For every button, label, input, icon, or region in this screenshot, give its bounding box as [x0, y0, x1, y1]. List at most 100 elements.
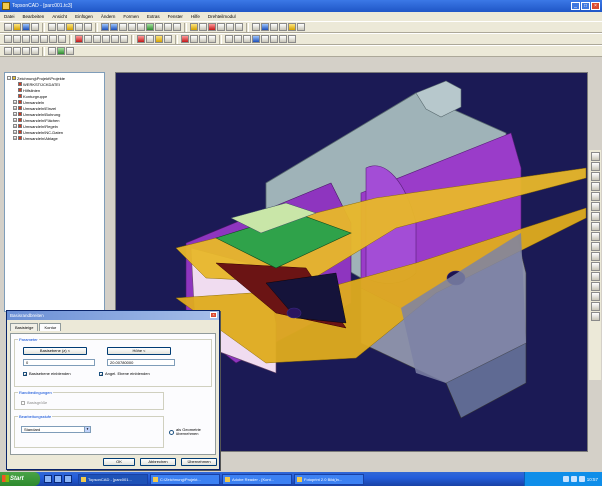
properties-icon[interactable] — [199, 23, 207, 31]
fillet-icon[interactable] — [111, 35, 119, 43]
save-icon[interactable] — [22, 23, 30, 31]
toolpath-icon[interactable] — [4, 47, 12, 55]
ok-button[interactable]: OK — [103, 458, 135, 466]
dialog-close-button[interactable]: × — [210, 312, 217, 318]
expand-icon[interactable]: + — [13, 112, 17, 116]
pan-icon[interactable] — [128, 23, 136, 31]
menu-bearbeiten[interactable]: Bearbeiten — [23, 14, 45, 19]
menu-datei[interactable]: Datei — [4, 14, 15, 19]
snap-intersection-icon[interactable] — [590, 182, 600, 191]
basis-plane-field[interactable]: 0 — [23, 359, 95, 366]
snap-quadrant-icon[interactable] — [590, 222, 600, 231]
snap-perpendicular-icon[interactable] — [590, 192, 600, 201]
mail-icon[interactable] — [64, 475, 72, 483]
intersect-icon[interactable] — [208, 35, 216, 43]
rotate-icon[interactable] — [146, 23, 154, 31]
arc-icon[interactable] — [40, 35, 48, 43]
spline-icon[interactable] — [58, 35, 66, 43]
basis-plane-button[interactable]: Basisebene (z) < — [23, 347, 87, 355]
snap-node-icon[interactable] — [590, 242, 600, 251]
collapse-icon[interactable]: - — [7, 76, 11, 80]
taskbar-button[interactable]: Fotoprint 2.0 Bild(In... — [294, 473, 364, 485]
view-top-icon[interactable] — [155, 23, 163, 31]
taskbar-button[interactable]: TopsonCAD - [parc001... — [78, 473, 148, 485]
project-tree[interactable]: - Zeichnung\Projekt\Projekte WERKSTÜCKDATE… — [4, 72, 105, 312]
hole-icon[interactable] — [225, 35, 233, 43]
minimize-button[interactable]: _ — [571, 2, 580, 10]
boolean-icon[interactable] — [181, 35, 189, 43]
text-icon[interactable] — [279, 35, 287, 43]
expand-icon[interactable]: + — [13, 106, 17, 110]
snap-grid-icon[interactable] — [590, 232, 600, 241]
zoom-in-icon[interactable] — [101, 23, 109, 31]
menu-drehteilmodul[interactable]: Drehteilmodul — [208, 14, 236, 19]
browser-icon[interactable] — [54, 475, 62, 483]
line-icon[interactable] — [13, 35, 21, 43]
mirror-icon[interactable] — [102, 35, 110, 43]
material-icon[interactable] — [297, 23, 305, 31]
turning-icon[interactable] — [31, 47, 39, 55]
extrude-icon[interactable] — [137, 35, 145, 43]
snap-icon[interactable] — [235, 23, 243, 31]
height-field[interactable]: 20.00780000 — [107, 359, 175, 366]
clock[interactable]: 10:57 — [587, 477, 598, 482]
drilling-icon[interactable] — [22, 47, 30, 55]
tab-kontur[interactable]: Kontur — [39, 323, 62, 331]
volume-icon[interactable] — [562, 476, 569, 482]
new-icon[interactable] — [4, 23, 12, 31]
basis-size-option[interactable]: Basisgröße — [21, 400, 47, 405]
view-front-icon[interactable] — [164, 23, 172, 31]
basis-plane-checkbox[interactable]: ✓ Basisebene einblenden — [23, 371, 71, 376]
apply-button[interactable]: Übernehmen — [181, 458, 217, 466]
surface-icon[interactable] — [252, 35, 260, 43]
dialog-title-bar[interactable]: Basisrandbreiten × — [7, 311, 219, 320]
open-icon[interactable] — [13, 23, 21, 31]
zoom-window-icon[interactable] — [119, 23, 127, 31]
zoom-out-icon[interactable] — [110, 23, 118, 31]
tab-basisteige[interactable]: Basisteige — [10, 323, 39, 331]
select-icon[interactable] — [4, 35, 12, 43]
layer-icon[interactable] — [190, 23, 198, 31]
wireframe-icon[interactable] — [261, 23, 269, 31]
snap-ortho-icon[interactable] — [590, 272, 600, 281]
delete-icon[interactable] — [208, 23, 216, 31]
pocket-icon[interactable] — [234, 35, 242, 43]
dimension-icon[interactable] — [270, 35, 278, 43]
take-geometry-radio[interactable]: als Geometrie übernehmen — [169, 428, 214, 436]
snap-more-icon[interactable] — [590, 312, 600, 321]
redo-icon[interactable] — [84, 23, 92, 31]
snap-relative-icon[interactable] — [590, 282, 600, 291]
close-button[interactable]: × — [591, 2, 600, 10]
expand-icon[interactable]: + — [13, 136, 17, 140]
menu-hilfe[interactable]: Hilfe — [191, 14, 200, 19]
hidden-line-icon[interactable] — [270, 23, 278, 31]
expand-icon[interactable]: + — [13, 124, 17, 128]
hatch-icon[interactable] — [288, 35, 296, 43]
start-button[interactable]: Start — [0, 472, 40, 486]
postprocessor-icon[interactable] — [66, 47, 74, 55]
show-desktop-icon[interactable] — [44, 475, 52, 483]
polyline-icon[interactable] — [22, 35, 30, 43]
machining-stage-select[interactable]: Standard ▼ — [21, 426, 91, 433]
grid-icon[interactable] — [226, 23, 234, 31]
snap-absolute-icon[interactable] — [590, 292, 600, 301]
expand-icon[interactable]: + — [13, 130, 17, 134]
milling-icon[interactable] — [13, 47, 21, 55]
offset-icon[interactable] — [93, 35, 101, 43]
snap-endpoint-icon[interactable] — [590, 152, 600, 161]
snap-nearest-icon[interactable] — [590, 212, 600, 221]
union-icon[interactable] — [190, 35, 198, 43]
simulate-icon[interactable] — [48, 47, 56, 55]
menu-aendern[interactable]: Ändern — [101, 14, 116, 19]
thread-icon[interactable] — [243, 35, 251, 43]
snap-center-icon[interactable] — [590, 172, 600, 181]
menu-fenster[interactable]: Fenster — [168, 14, 183, 19]
menu-ansicht[interactable]: Ansicht — [52, 14, 67, 19]
maximize-button[interactable]: □ — [581, 2, 590, 10]
snap-tangent-icon[interactable] — [590, 202, 600, 211]
menu-einfuegen[interactable]: Einfügen — [75, 14, 93, 19]
menu-extras[interactable]: Extras — [147, 14, 160, 19]
tree-item[interactable]: + Umwandeln\Ablage — [7, 135, 102, 141]
cancel-button[interactable]: Abbrechen — [140, 458, 176, 466]
redraw-icon[interactable] — [137, 23, 145, 31]
